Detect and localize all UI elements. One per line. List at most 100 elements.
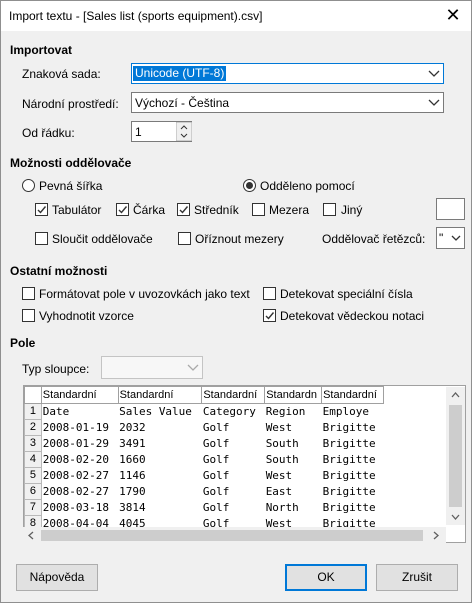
table-cell: 2008-03-18 — [42, 501, 110, 514]
detect-scientific-label: Detekovat vědeckou notaci — [280, 309, 425, 323]
check-icon — [179, 206, 189, 214]
row-number[interactable]: 4 — [24, 451, 42, 468]
vertical-scroll-thumb[interactable] — [449, 405, 462, 507]
cancel-button[interactable]: Zrušit — [376, 564, 458, 591]
table-row: 1 Date Sales Value Category Region Employe — [24, 403, 465, 420]
row-number[interactable]: 3 — [24, 435, 42, 452]
table-cell: Date — [42, 405, 70, 419]
detect-special-numbers-label: Detekovat speciální čísla — [280, 287, 413, 301]
charset-combobox[interactable]: Unicode (UTF-8) — [131, 63, 444, 84]
separated-by-radio[interactable] — [243, 179, 256, 192]
tab-checkbox[interactable] — [35, 203, 48, 216]
row-number[interactable]: 1 — [24, 403, 42, 420]
table-cell: East — [265, 485, 293, 498]
table-cell: Brigitte — [322, 453, 376, 466]
column-header[interactable]: Standardní — [321, 386, 384, 404]
help-button-label: Nápověda — [29, 570, 85, 584]
table-cell: Brigitte — [322, 501, 376, 514]
check-icon — [265, 312, 275, 320]
semicolon-label: Středník — [194, 203, 239, 217]
ok-button-label: OK — [317, 570, 335, 584]
chevron-down-icon — [187, 364, 199, 371]
horizontal-scroll-thumb[interactable] — [41, 530, 423, 541]
table-cell: South — [265, 453, 299, 466]
table-cell: Brigitte — [322, 485, 376, 498]
evaluate-formulas-checkbox[interactable] — [22, 309, 35, 322]
other-separator-input[interactable] — [436, 198, 465, 220]
table-row: 6 2008-02-27 1790 Golf East Brigitte — [24, 483, 465, 500]
table-cell: Brigitte — [322, 421, 376, 434]
spin-arrows-icon[interactable] — [176, 122, 192, 141]
window-title: Import textu - [Sales list (sports equip… — [9, 9, 263, 23]
scroll-right-icon[interactable] — [427, 527, 444, 544]
scroll-left-icon[interactable] — [23, 527, 40, 544]
table-cell: Golf — [202, 421, 230, 434]
help-button[interactable]: Nápověda — [16, 564, 98, 591]
string-delimiter-value: " — [439, 231, 444, 245]
column-header[interactable]: Standardn — [264, 386, 323, 404]
check-icon — [37, 206, 47, 214]
merge-delimiters-checkbox[interactable] — [35, 232, 48, 245]
row-number[interactable]: 6 — [24, 483, 42, 500]
trim-spaces-label: Oříznout mezery — [195, 232, 284, 246]
close-icon[interactable]: ✕ — [443, 5, 463, 25]
ok-button[interactable]: OK — [285, 564, 367, 591]
column-header-row: Standardní Standardní Standardní Standar… — [24, 386, 465, 404]
other-options-section-title: Ostatní možnosti — [10, 264, 108, 278]
chevron-down-icon — [428, 99, 440, 106]
horizontal-scrollbar[interactable] — [23, 527, 446, 544]
table-cell: Golf — [202, 469, 230, 482]
row-number[interactable]: 2 — [24, 419, 42, 436]
column-header[interactable]: Standardní — [40, 386, 119, 404]
other-label: Jiný — [341, 203, 363, 217]
vertical-scrollbar[interactable] — [446, 387, 465, 525]
quoted-as-text-label: Formátovat pole v uvozovkách jako text — [39, 287, 250, 301]
import-section-title: Importovat — [10, 43, 73, 57]
import-text-dialog: Import textu - [Sales list (sports equip… — [0, 0, 472, 603]
column-type-label: Typ sloupce: — [22, 362, 90, 376]
scroll-up-icon[interactable] — [446, 387, 465, 404]
from-row-label: Od řádku: — [22, 126, 75, 140]
table-cell: 2008-01-19 — [42, 421, 110, 434]
radio-selected-dot — [246, 182, 253, 189]
column-header[interactable]: Standardní — [201, 386, 266, 404]
other-checkbox[interactable] — [323, 203, 336, 216]
from-row-spinbox[interactable]: 1 — [131, 121, 192, 142]
string-delimiter-combobox[interactable]: " — [436, 227, 465, 249]
row-number[interactable]: 5 — [24, 467, 42, 484]
check-icon — [118, 206, 128, 214]
separated-by-label: Odděleno pomocí — [260, 179, 355, 193]
table-cell: 2008-01-29 — [42, 437, 110, 450]
table-cell: 1660 — [119, 453, 146, 466]
space-checkbox[interactable] — [252, 203, 265, 216]
detect-scientific-checkbox[interactable] — [263, 309, 276, 322]
semicolon-checkbox[interactable] — [177, 203, 190, 216]
table-cell: 2032 — [119, 421, 146, 434]
row-number[interactable]: 7 — [24, 499, 42, 516]
table-cell: West — [265, 421, 293, 434]
space-label: Mezera — [269, 203, 310, 217]
table-cell: Sales Value — [119, 405, 192, 419]
detect-special-numbers-checkbox[interactable] — [263, 287, 276, 300]
separator-section-title: Možnosti oddělovače — [10, 156, 132, 170]
preview-grid[interactable]: Standardní Standardní Standardní Standar… — [23, 385, 466, 543]
scroll-down-icon[interactable] — [446, 508, 465, 525]
table-row: 7 2008-03-18 3814 Golf North Brigitte — [24, 499, 465, 516]
trim-spaces-checkbox[interactable] — [178, 232, 191, 245]
table-cell: Golf — [202, 485, 230, 498]
string-delimiter-label: Oddělovač řetězců: — [322, 232, 426, 246]
column-type-combobox[interactable] — [101, 356, 203, 379]
table-cell: Golf — [202, 501, 230, 514]
fixed-width-radio[interactable] — [22, 179, 35, 192]
table-cell: Brigitte — [322, 469, 376, 482]
column-header[interactable]: Standardní — [117, 386, 203, 404]
table-cell: Brigitte — [322, 437, 376, 450]
merge-delimiters-label: Sloučit oddělovače — [52, 232, 153, 246]
comma-checkbox[interactable] — [116, 203, 129, 216]
quoted-as-text-checkbox[interactable] — [22, 287, 35, 300]
table-cell: Region — [265, 405, 306, 419]
locale-combobox[interactable]: Výchozí - Čeština — [131, 92, 444, 113]
charset-value: Unicode (UTF-8) — [133, 66, 227, 81]
table-row: 2 2008-01-19 2032 Golf West Brigitte — [24, 419, 465, 436]
table-cell: 3491 — [119, 437, 146, 450]
